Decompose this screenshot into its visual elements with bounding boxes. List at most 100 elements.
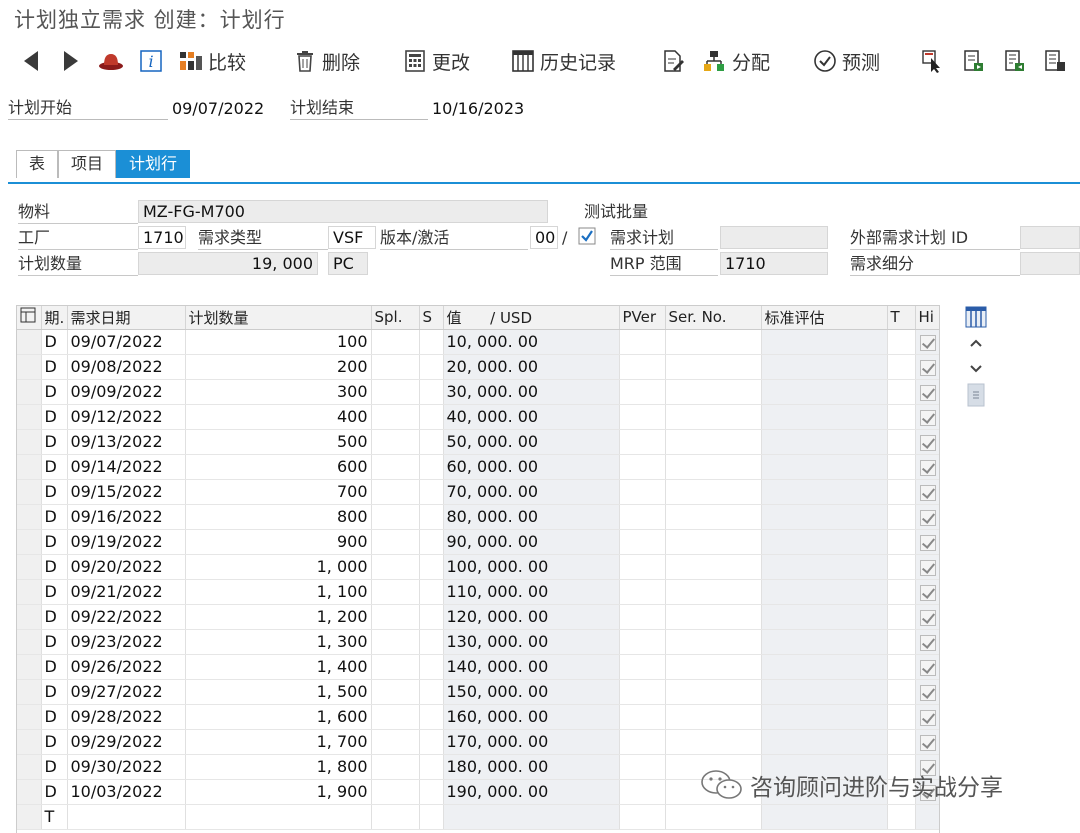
cell-period[interactable]: D (41, 429, 68, 455)
plan-qty-field[interactable]: 19, 000 (138, 252, 318, 275)
cell-req-date[interactable]: 09/14/2022 (67, 454, 186, 480)
col-s[interactable]: S (419, 306, 444, 330)
row-selector[interactable] (17, 479, 42, 505)
cell-ser-no[interactable] (665, 404, 762, 430)
material-field[interactable]: MZ-FG-M700 (138, 200, 548, 223)
cell-s[interactable] (419, 604, 444, 630)
cell-period[interactable]: D (41, 754, 68, 780)
cell-t[interactable] (887, 579, 916, 605)
cell-req-date[interactable]: 09/12/2022 (67, 404, 186, 430)
column-config-button[interactable] (964, 305, 988, 329)
info-button[interactable]: i (138, 46, 168, 76)
cell-req-date[interactable] (67, 804, 186, 830)
doc-grid-button[interactable] (1042, 46, 1072, 76)
row-selector[interactable] (17, 779, 42, 805)
table-row[interactable]: D 09/26/2022 1, 400 140, 000. 00 (17, 654, 939, 680)
plan-start-field[interactable]: 09/07/2022 (172, 99, 264, 119)
cell-s[interactable] (419, 654, 444, 680)
row-selector[interactable] (17, 654, 42, 680)
cell-s[interactable] (419, 379, 444, 405)
cell-ser-no[interactable] (665, 329, 762, 355)
cell-period[interactable]: D (41, 654, 68, 680)
cell-t[interactable] (887, 404, 916, 430)
scroll-down-button[interactable] (964, 357, 988, 381)
edit-doc-button[interactable] (660, 46, 690, 76)
cell-ser-no[interactable] (665, 379, 762, 405)
cell-req-date[interactable]: 09/30/2022 (67, 754, 186, 780)
col-t[interactable]: T (887, 306, 916, 330)
cell-period[interactable]: D (41, 629, 68, 655)
cell-s[interactable] (419, 754, 444, 780)
cell-req-date[interactable]: 09/07/2022 (67, 329, 186, 355)
cell-req-date[interactable]: 09/13/2022 (67, 429, 186, 455)
cell-pver[interactable] (619, 404, 666, 430)
cell-s[interactable] (419, 804, 444, 830)
hat-button[interactable] (98, 46, 128, 76)
cell-spl[interactable] (371, 629, 420, 655)
ext-req-plan-field[interactable] (1020, 226, 1080, 249)
cell-ser-no[interactable] (665, 354, 762, 380)
cell-req-date[interactable]: 09/16/2022 (67, 504, 186, 530)
cell-period[interactable]: D (41, 579, 68, 605)
cell-s[interactable] (419, 329, 444, 355)
cell-plan-qty[interactable]: 1, 700 (185, 729, 372, 755)
cell-pver[interactable] (619, 454, 666, 480)
cell-t[interactable] (887, 504, 916, 530)
cell-pver[interactable] (619, 679, 666, 705)
cell-ser-no[interactable] (665, 629, 762, 655)
tab-items[interactable]: 项目 (58, 150, 117, 178)
cell-spl[interactable] (371, 479, 420, 505)
cell-period[interactable]: D (41, 679, 68, 705)
cell-period[interactable]: T (41, 804, 68, 830)
cell-plan-qty[interactable]: 1, 400 (185, 654, 372, 680)
cell-plan-qty[interactable]: 500 (185, 429, 372, 455)
row-selector[interactable] (17, 804, 42, 830)
cell-s[interactable] (419, 429, 444, 455)
cell-plan-qty[interactable]: 1, 600 (185, 704, 372, 730)
cell-req-date[interactable]: 09/21/2022 (67, 579, 186, 605)
cell-plan-qty[interactable]: 1, 800 (185, 754, 372, 780)
cell-ser-no[interactable] (665, 429, 762, 455)
scroll-up-button[interactable] (964, 331, 988, 355)
row-selector[interactable] (17, 604, 42, 630)
table-row[interactable]: D 09/20/2022 1, 000 100, 000. 00 (17, 554, 939, 580)
cell-ser-no[interactable] (665, 679, 762, 705)
col-pver[interactable]: PVer (619, 306, 666, 330)
history-button[interactable]: 历史记录 (510, 46, 616, 76)
row-selector[interactable] (17, 354, 42, 380)
forward-button[interactable] (58, 46, 88, 76)
col-value[interactable]: 值 / USD (443, 306, 620, 330)
table-row[interactable]: D 09/27/2022 1, 500 150, 000. 00 (17, 679, 939, 705)
col-spl[interactable]: Spl. (371, 306, 420, 330)
cell-t[interactable] (887, 479, 916, 505)
col-std-eval[interactable]: 标准评估 (761, 306, 888, 330)
cell-ser-no[interactable] (665, 729, 762, 755)
row-selector[interactable] (17, 729, 42, 755)
cell-t[interactable] (887, 629, 916, 655)
cell-plan-qty[interactable]: 900 (185, 529, 372, 555)
cell-pver[interactable] (619, 779, 666, 805)
cell-pver[interactable] (619, 329, 666, 355)
row-selector[interactable] (17, 429, 42, 455)
cell-plan-qty[interactable]: 1, 500 (185, 679, 372, 705)
table-row[interactable]: D 09/08/2022 200 20, 000. 00 (17, 354, 939, 380)
cell-spl[interactable] (371, 679, 420, 705)
col-ser-no[interactable]: Ser. No. (665, 306, 762, 330)
table-row[interactable]: D 09/21/2022 1, 100 110, 000. 00 (17, 579, 939, 605)
cell-t[interactable] (887, 454, 916, 480)
table-row[interactable]: D 09/13/2022 500 50, 000. 00 (17, 429, 939, 455)
cell-t[interactable] (887, 554, 916, 580)
cell-t[interactable] (887, 679, 916, 705)
row-selector[interactable] (17, 554, 42, 580)
cell-pver[interactable] (619, 654, 666, 680)
cell-plan-qty[interactable]: 700 (185, 479, 372, 505)
cell-pver[interactable] (619, 629, 666, 655)
cell-req-date[interactable]: 09/20/2022 (67, 554, 186, 580)
cell-s[interactable] (419, 479, 444, 505)
cell-ser-no[interactable] (665, 804, 762, 830)
cell-t[interactable] (887, 804, 916, 830)
cell-plan-qty[interactable]: 100 (185, 329, 372, 355)
cell-period[interactable]: D (41, 779, 68, 805)
plan-end-field[interactable]: 10/16/2023 (432, 99, 524, 119)
cell-ser-no[interactable] (665, 704, 762, 730)
